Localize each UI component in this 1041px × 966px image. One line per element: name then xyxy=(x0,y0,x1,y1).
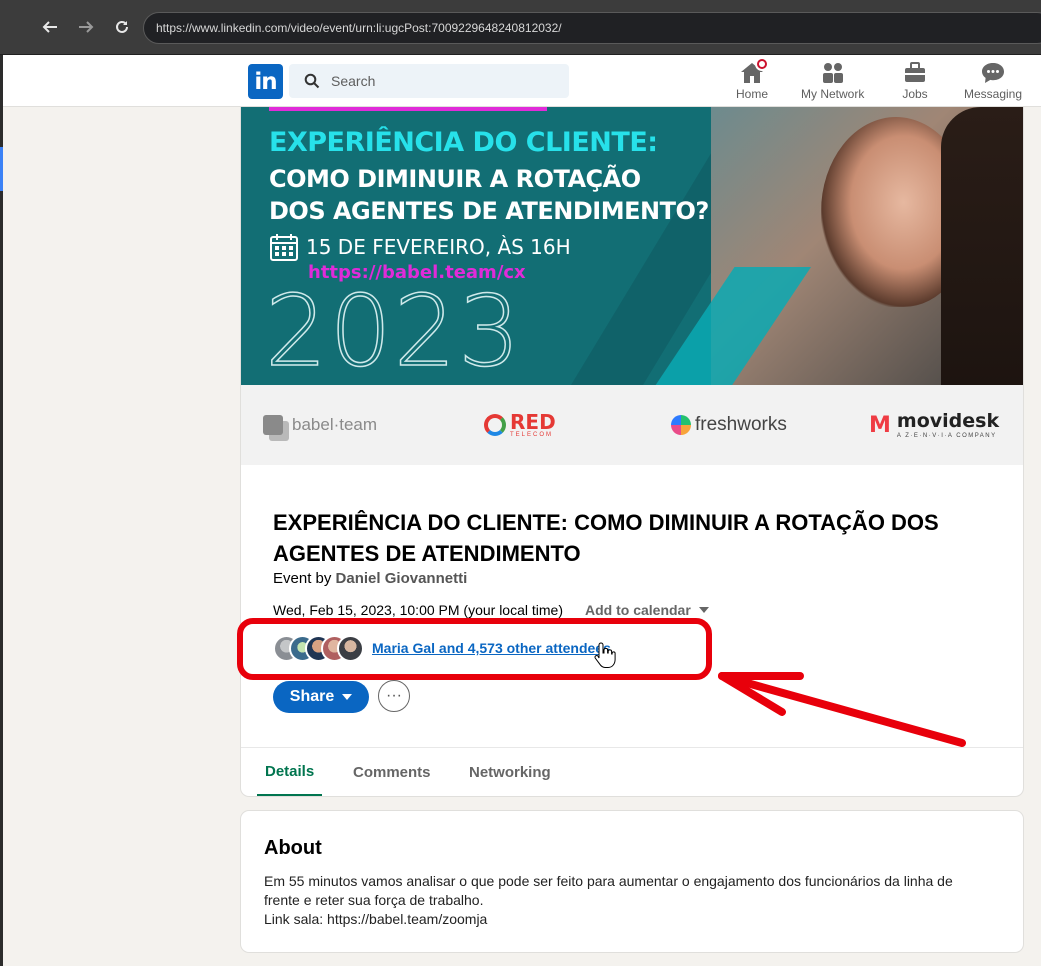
share-button[interactable]: Share xyxy=(273,681,369,713)
about-line-2: frente e reter sua força de trabalho. xyxy=(264,892,484,908)
event-banner-image: EXPERIÊNCIA DO CLIENTE: COMO DIMINUIR A … xyxy=(241,107,1023,385)
about-body: Em 55 minutos vamos analisar o que pode … xyxy=(264,872,1004,929)
babel-team-logo: babel·team xyxy=(263,405,377,445)
about-line-1: Em 55 minutos vamos analisar o que pode … xyxy=(264,873,953,889)
event-organizer-line: Event by Daniel Giovannetti xyxy=(273,570,467,587)
freshworks-logo-text: freshworks xyxy=(695,414,787,435)
banner-date: 15 DE FEVEREIRO, ÀS 16H xyxy=(306,235,571,259)
search-placeholder: Search xyxy=(331,73,376,89)
tab-details[interactable]: Details xyxy=(257,748,323,796)
nav-jobs[interactable]: Jobs xyxy=(902,61,928,101)
more-options-button[interactable]: ··· xyxy=(378,680,410,712)
search-input[interactable]: Search xyxy=(289,64,569,98)
notification-dot xyxy=(755,57,769,71)
event-by-prefix: Event by xyxy=(273,570,336,587)
red-logo-subtext: TELECOM xyxy=(510,432,554,438)
organizer-link[interactable]: Daniel Giovannetti xyxy=(336,570,468,587)
freshworks-logo: freshworks xyxy=(671,405,787,445)
about-line-3: Link sala: https://babel.team/zoomja xyxy=(264,911,488,927)
nav-messaging-label: Messaging xyxy=(964,87,1023,101)
red-telecom-logo: RED TELECOM xyxy=(484,405,556,445)
messaging-icon xyxy=(980,61,1006,85)
network-icon xyxy=(820,61,846,85)
share-label: Share xyxy=(289,688,335,705)
red-logo-text: RED xyxy=(510,410,556,434)
banner-headline-3: DOS AGENTES DE ATENDIMENTO? xyxy=(269,197,709,225)
left-sidebar-strip xyxy=(0,55,3,966)
event-datetime: Wed, Feb 15, 2023, 10:00 PM (your local … xyxy=(273,602,563,618)
forward-arrow-icon[interactable] xyxy=(73,14,99,40)
nav-home[interactable]: Home xyxy=(736,57,769,101)
browser-toolbar: https://www.linkedin.com/video/event/urn… xyxy=(0,0,1041,55)
banner-photo-hair xyxy=(941,107,1023,385)
add-to-calendar-button[interactable]: Add to calendar xyxy=(585,602,709,618)
active-indicator xyxy=(0,147,3,191)
back-arrow-icon[interactable] xyxy=(37,14,63,40)
calendar-icon xyxy=(270,234,298,261)
briefcase-icon xyxy=(902,61,928,85)
movidesk-logo-text: movidesk xyxy=(896,409,1000,432)
tab-comments[interactable]: Comments xyxy=(353,748,431,796)
banner-headline-1: EXPERIÊNCIA DO CLIENTE: xyxy=(269,127,658,158)
caret-down-icon xyxy=(342,694,353,700)
about-card: About Em 55 minutos vamos analisar o que… xyxy=(241,811,1023,952)
tab-networking[interactable]: Networking xyxy=(469,748,551,796)
banner-magenta-bar xyxy=(269,107,547,111)
movidesk-logo-subtext: A Z·E·N·V·I·A COMPANY xyxy=(896,432,997,439)
nav-my-network[interactable]: My Network xyxy=(801,61,864,101)
nav-messaging[interactable]: Messaging xyxy=(964,61,1022,101)
event-tabs: Details Comments Networking xyxy=(241,747,1023,796)
about-heading: About xyxy=(264,837,322,859)
movidesk-logo: M movidesk A Z·E·N·V·I·A COMPANY xyxy=(869,405,999,445)
sponsor-logos: babel·team RED TELECOM freshworks M movi… xyxy=(241,385,1023,465)
event-title: EXPERIÊNCIA DO CLIENTE: COMO DIMINUIR A … xyxy=(273,510,939,566)
url-text: https://www.linkedin.com/video/event/urn… xyxy=(156,21,562,35)
add-to-calendar-label: Add to calendar xyxy=(585,602,691,618)
freshworks-mark-icon xyxy=(671,415,691,435)
banner-year: 2023 xyxy=(264,274,523,385)
hand-cursor-icon xyxy=(594,642,616,668)
movidesk-mark-icon: M xyxy=(869,412,891,438)
caret-down-icon xyxy=(698,607,709,613)
banner-headline-2: COMO DIMINUIR A ROTAÇÃO xyxy=(269,165,641,193)
event-card: EXPERIÊNCIA DO CLIENTE: COMO DIMINUIR A … xyxy=(241,107,1023,796)
linkedin-header: in Search Home My Network Jobs Messaging xyxy=(3,55,1041,107)
search-icon xyxy=(303,72,321,90)
linkedin-logo-icon[interactable]: in xyxy=(248,64,283,99)
babel-logo-mark-icon xyxy=(263,415,283,435)
nav-jobs-label: Jobs xyxy=(902,87,928,101)
babel-logo-text: babel·team xyxy=(292,415,378,434)
annotation-highlight-box xyxy=(237,618,712,680)
address-bar[interactable]: https://www.linkedin.com/video/event/urn… xyxy=(143,12,1041,44)
reload-icon[interactable] xyxy=(109,14,135,40)
nav-home-label: Home xyxy=(736,87,769,101)
red-telecom-mark-icon xyxy=(484,414,506,436)
home-icon xyxy=(739,57,769,85)
nav-my-network-label: My Network xyxy=(801,87,865,101)
